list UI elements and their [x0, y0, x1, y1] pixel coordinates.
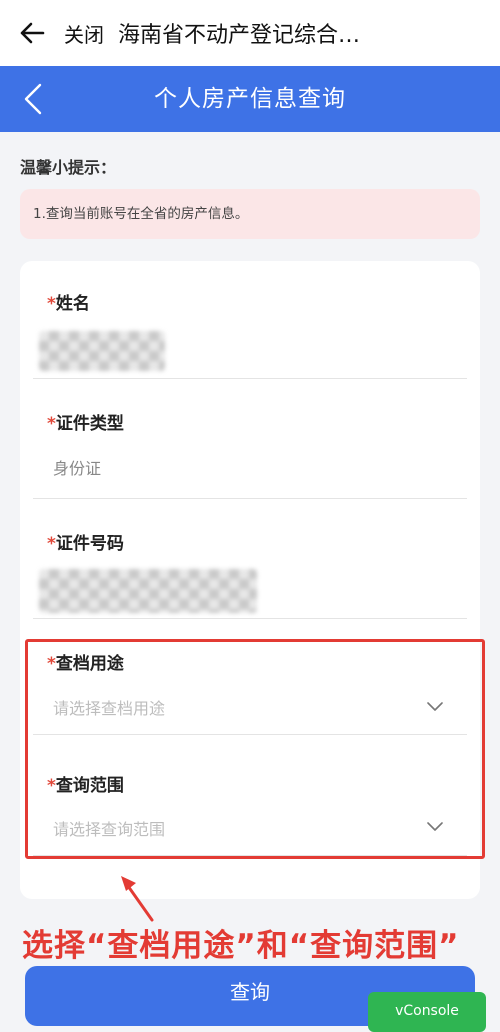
- field-label: *证件类型: [47, 414, 124, 434]
- annotation-arrow-icon: [121, 876, 154, 922]
- window-title: 海南省不动产登记综合…: [118, 23, 361, 48]
- vconsole-button[interactable]: vConsole: [368, 992, 486, 1032]
- required-mark: *: [47, 534, 56, 554]
- required-mark: *: [47, 414, 56, 434]
- field-label: *证件号码: [47, 534, 124, 554]
- tips-heading: 温馨小提示：: [20, 158, 117, 177]
- tip-box: 1.查询当前账号在全省的房产信息。: [20, 189, 480, 239]
- nav-bar: 个人房产信息查询: [0, 66, 500, 132]
- id-type-value: 身份证: [53, 459, 102, 478]
- close-button[interactable]: 关闭: [64, 19, 104, 48]
- name-field[interactable]: *姓名: [33, 261, 467, 379]
- tip-text: 1.查询当前账号在全省的房产信息。: [33, 206, 249, 222]
- redacted-id-number-value: [39, 569, 257, 613]
- id-type-field[interactable]: *证件类型 身份证: [33, 379, 467, 499]
- highlight-box: [25, 639, 485, 859]
- redacted-name-value: [39, 331, 165, 371]
- id-number-field[interactable]: *证件号码: [33, 499, 467, 619]
- page-title: 个人房产信息查询: [154, 86, 346, 112]
- required-mark: *: [47, 294, 56, 314]
- arrow-left-icon[interactable]: [18, 19, 46, 47]
- app-top-bar: 关闭 海南省不动产登记综合…: [0, 0, 500, 66]
- field-label: *姓名: [47, 294, 90, 314]
- annotation-text: 选择“查档用途”和“查询范围”: [22, 928, 460, 964]
